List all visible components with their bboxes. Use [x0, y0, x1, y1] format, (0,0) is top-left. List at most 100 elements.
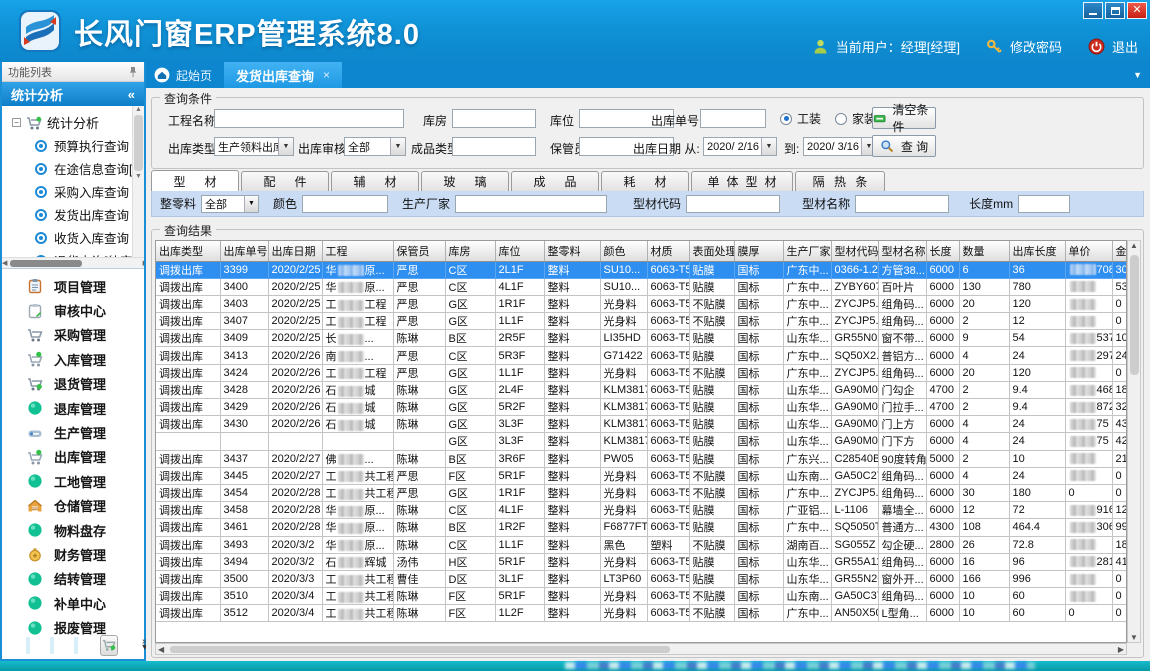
- column-header[interactable]: 出库类型: [156, 241, 220, 261]
- profile-code-input[interactable]: [686, 195, 780, 213]
- menu-item-6[interactable]: 生产管理: [2, 420, 144, 444]
- tree-expander-icon[interactable]: −: [12, 118, 21, 127]
- date-to-select[interactable]: 2020/ 3/16▼: [803, 137, 877, 156]
- material-tab-2[interactable]: 辅材: [331, 171, 419, 191]
- material-tab-0[interactable]: 型材: [151, 170, 239, 191]
- pin-icon[interactable]: [128, 66, 138, 78]
- table-row[interactable]: 调拨出库34132020/2/26南...严思C区5R3F整料G71422606…: [156, 347, 1127, 364]
- date-from-select[interactable]: 2020/ 2/16▼: [703, 137, 777, 156]
- tree-item-预算执行查询[interactable]: 预算执行查询: [2, 134, 144, 157]
- maximize-button[interactable]: [1105, 2, 1125, 19]
- minimize-button[interactable]: [1083, 2, 1103, 19]
- tree-item-发货出库查询[interactable]: 发货出库查询: [2, 203, 144, 226]
- column-header[interactable]: 库位: [495, 241, 544, 261]
- column-header[interactable]: 颜色: [600, 241, 647, 261]
- search-button[interactable]: 查 询: [872, 135, 936, 157]
- menu-item-13[interactable]: 补单中心: [2, 591, 144, 615]
- column-header[interactable]: 长度: [926, 241, 959, 261]
- color-input[interactable]: [302, 195, 388, 213]
- tab-close-icon[interactable]: ×: [323, 68, 330, 82]
- outbound-type-select[interactable]: 生产领料出库▼: [214, 137, 294, 156]
- column-header[interactable]: 库房: [445, 241, 495, 261]
- column-header[interactable]: 金额: [1112, 241, 1127, 261]
- menu-item-10[interactable]: 物料盘存: [2, 518, 144, 542]
- warehouse-input[interactable]: [452, 109, 536, 128]
- column-header[interactable]: 工程: [322, 241, 393, 261]
- column-header[interactable]: 出库日期: [268, 241, 322, 261]
- material-tab-7[interactable]: 隔热条: [795, 171, 885, 191]
- table-row[interactable]: 调拨出库34092020/2/25长...陈琳B区2R5F整料LI35HD606…: [156, 330, 1127, 347]
- length-input[interactable]: [1018, 195, 1070, 213]
- whole-part-select[interactable]: 全部▼: [201, 195, 259, 213]
- column-header[interactable]: 出库单号: [220, 241, 268, 261]
- table-row[interactable]: 调拨出库35102020/3/4工共工程陈琳F区5R1F整料光身料6063-T5…: [156, 588, 1127, 605]
- table-row[interactable]: 调拨出库34032020/2/25工工程严思G区1R1F整料光身料6063-T5…: [156, 295, 1127, 312]
- logout-link[interactable]: 退出: [1112, 37, 1138, 56]
- clear-conditions-button[interactable]: 清空条件: [872, 107, 936, 129]
- table-row[interactable]: 调拨出库34542020/2/28工共工程严思G区1R1F整料光身料6063-T…: [156, 484, 1127, 501]
- table-row[interactable]: 调拨出库34292020/2/26石城陈琳G区5R2F整料KLM38176063…: [156, 399, 1127, 416]
- column-header[interactable]: 生产厂家: [783, 241, 831, 261]
- tab-list-dropdown-icon[interactable]: ▼: [1133, 70, 1142, 80]
- audit-select[interactable]: 全部▼: [344, 137, 406, 156]
- table-row[interactable]: 调拨出库34072020/2/25工工程严思G区1L1F整料光身料6063-T5…: [156, 313, 1127, 330]
- tree-item-收货入库查询[interactable]: 收货入库查询: [2, 226, 144, 249]
- table-row[interactable]: 调拨出库33992020/2/25华原...严思C区2L1F整料SU10...6…: [156, 261, 1127, 278]
- column-header[interactable]: 材质: [647, 241, 689, 261]
- column-header[interactable]: 出库长度: [1009, 241, 1065, 261]
- table-row[interactable]: 调拨出库34302020/2/26石城陈琳G区3L3F整料KLM38176063…: [156, 416, 1127, 433]
- manufacturer-input[interactable]: [455, 195, 607, 213]
- table-row[interactable]: 调拨出库34282020/2/26石城陈琳G区2L4F整料KLM38176063…: [156, 381, 1127, 398]
- menu-item-1[interactable]: 审核中心: [2, 298, 144, 322]
- tree-item-采购入库查询[interactable]: 采购入库查询: [2, 180, 144, 203]
- column-header[interactable]: 保管员: [393, 241, 445, 261]
- profile-name-input[interactable]: [855, 195, 949, 213]
- menu-item-11[interactable]: 财务管理: [2, 542, 144, 566]
- tree-item-在途信息查询待[interactable]: 在途信息查询[待: [2, 157, 144, 180]
- menu-item-4[interactable]: 退货管理: [2, 372, 144, 396]
- collapse-icon[interactable]: «: [128, 87, 135, 102]
- close-button[interactable]: ✕: [1127, 2, 1147, 19]
- menu-item-3[interactable]: 入库管理: [2, 347, 144, 371]
- table-row[interactable]: 调拨出库34452020/2/27工共工程严思F区5R1F整料光身料6063-T…: [156, 467, 1127, 484]
- column-header[interactable]: 型材代码: [831, 241, 878, 261]
- menu-item-2[interactable]: 采购管理: [2, 323, 144, 347]
- column-header[interactable]: 单价: [1065, 241, 1112, 261]
- table-row[interactable]: 调拨出库34372020/2/27佛...陈琳B区3R6F整料PW056063-…: [156, 450, 1127, 467]
- menu-item-12[interactable]: 结转管理: [2, 567, 144, 591]
- column-header[interactable]: 膜厚: [734, 241, 783, 261]
- column-header[interactable]: 数量: [959, 241, 1009, 261]
- table-row[interactable]: 调拨出库34932020/3/2华原...陈琳C区1L1F整料黑色塑料不贴膜国标…: [156, 536, 1127, 553]
- project-name-input[interactable]: [214, 109, 404, 128]
- material-tab-3[interactable]: 玻璃: [421, 171, 509, 191]
- tree-horizontal-scrollbar[interactable]: ◀▶: [2, 257, 144, 268]
- results-vertical-scrollbar[interactable]: ▲▼: [1127, 240, 1141, 643]
- radio-work-install[interactable]: [780, 113, 792, 125]
- tab-outbound-query[interactable]: 发货出库查询 ×: [224, 62, 342, 88]
- quick-cart-button[interactable]: [100, 635, 118, 656]
- table-row[interactable]: 调拨出库34582020/2/28华原...陈琳C区4L1F整料光身料6063-…: [156, 502, 1127, 519]
- results-horizontal-scrollbar[interactable]: ◀▶: [155, 643, 1127, 655]
- material-tab-6[interactable]: 单体型材: [691, 171, 793, 191]
- table-row[interactable]: 调拨出库35002020/3/3工共工程曹佳D区3L1F整料LT3P606063…: [156, 570, 1127, 587]
- menu-item-9[interactable]: 仓储管理: [2, 494, 144, 518]
- column-header[interactable]: 型材名称: [878, 241, 926, 261]
- table-row[interactable]: 调拨出库35122020/3/4工共工程陈琳F区1L2F整料光身料6063-T5…: [156, 605, 1127, 622]
- menu-item-0[interactable]: 项目管理: [2, 274, 144, 298]
- radio-work-label[interactable]: 工装: [797, 110, 821, 127]
- table-row[interactable]: 调拨出库34942020/3/2石辉城汤伟H区5R1F整料光身料6063-T5贴…: [156, 553, 1127, 570]
- order-no-input[interactable]: [700, 109, 766, 128]
- column-header[interactable]: 整零料: [544, 241, 600, 261]
- tree-root-statistics[interactable]: − 统计分析: [2, 106, 144, 134]
- table-row[interactable]: 调拨出库34002020/2/25华原...严思C区4L1F整料SU10...6…: [156, 278, 1127, 295]
- radio-home-install[interactable]: [835, 113, 847, 125]
- material-tab-5[interactable]: 耗材: [601, 171, 689, 191]
- menu-item-5[interactable]: 退库管理: [2, 396, 144, 420]
- table-row[interactable]: G区3L3F整料KLM38176063-T5贴膜国标山东华...GA90M09.…: [156, 433, 1127, 450]
- material-tab-1[interactable]: 配件: [241, 171, 329, 191]
- change-password-link[interactable]: 修改密码: [1010, 37, 1062, 56]
- menu-item-7[interactable]: 出库管理: [2, 445, 144, 469]
- sidebar-section-statistics[interactable]: 统计分析 «: [2, 82, 144, 106]
- material-tab-4[interactable]: 成品: [511, 171, 599, 191]
- menu-item-8[interactable]: 工地管理: [2, 469, 144, 493]
